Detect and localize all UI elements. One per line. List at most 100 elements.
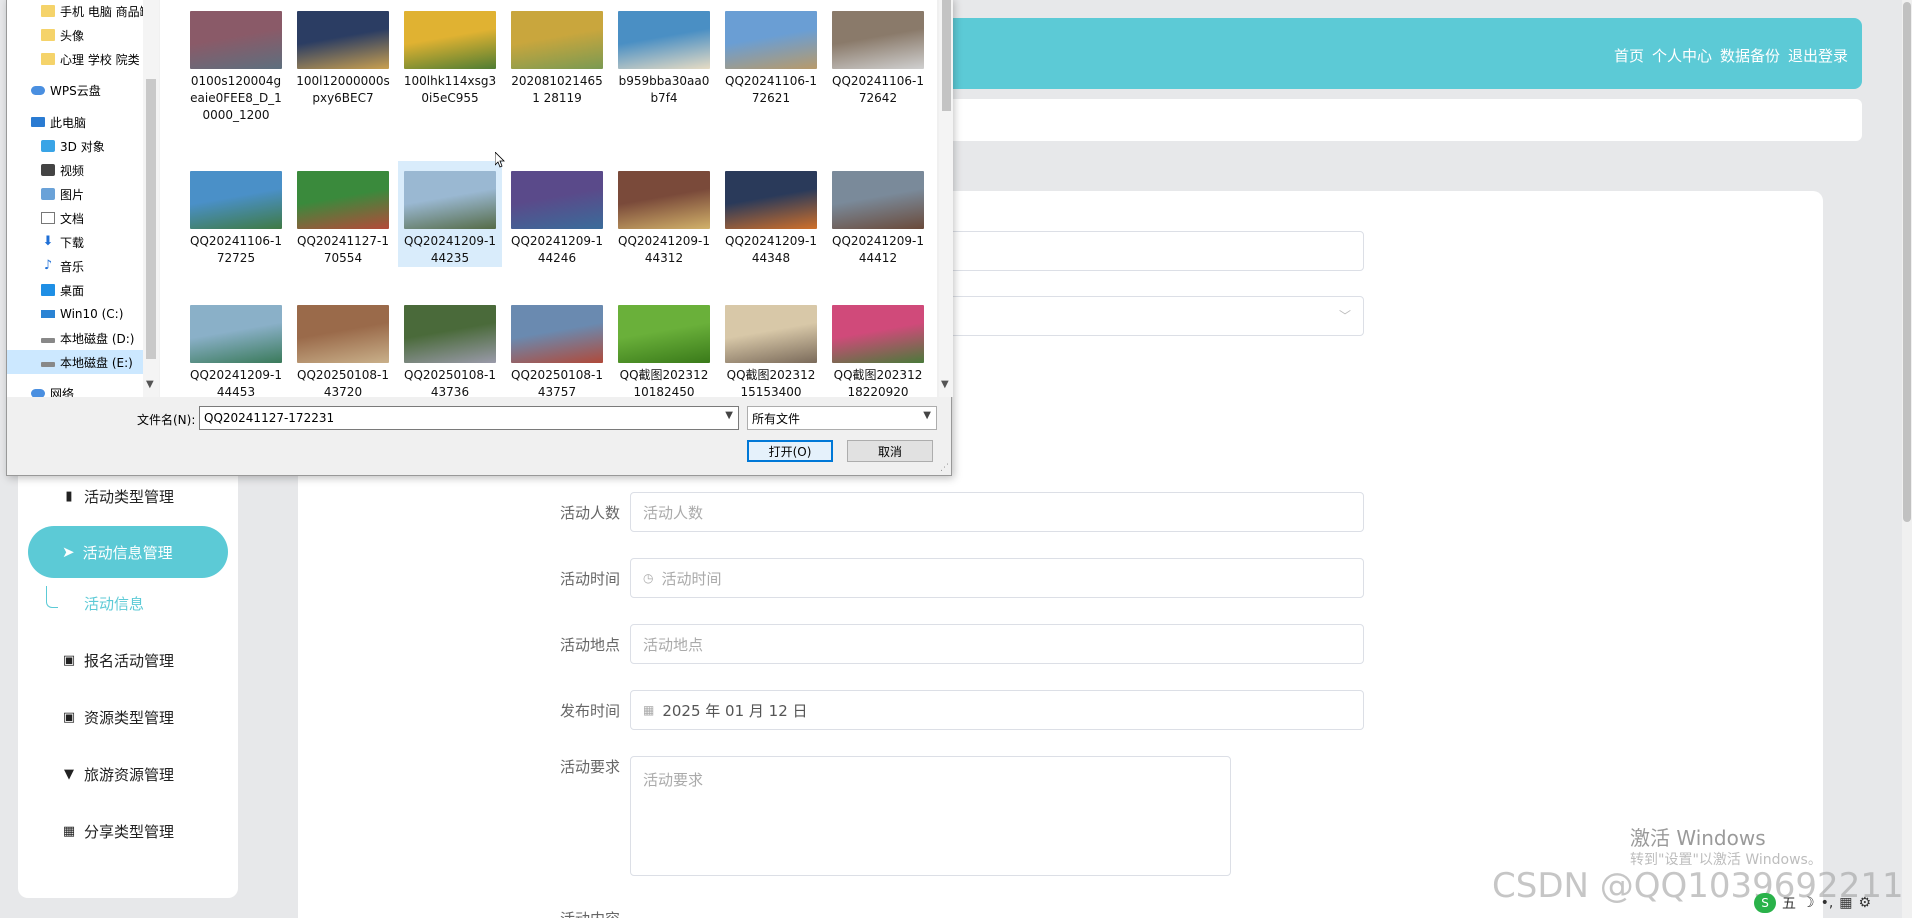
nav-item-label: 下载: [60, 235, 85, 250]
clipboard-check-icon: ▣: [62, 652, 76, 668]
grid-icon: ▦: [62, 823, 76, 839]
participants-input[interactable]: 活动人数: [630, 492, 1364, 532]
file-name: QQ20241106-172642: [832, 74, 924, 105]
sidebar-item-activity-info[interactable]: ➤ 活动信息管理: [28, 526, 228, 578]
file-item[interactable]: QQ20241106-172725: [184, 171, 288, 267]
nav-item-label: 手机 电脑 商品缺: [60, 4, 152, 19]
file-name: QQ20241209-144235: [404, 234, 496, 265]
ime-mode-icon[interactable]: 五: [1782, 893, 1796, 913]
file-item[interactable]: QQ20241209-144312: [612, 171, 716, 267]
nav-backup-link[interactable]: 数据备份: [1720, 45, 1780, 66]
location-input[interactable]: 活动地点: [630, 624, 1364, 664]
nav-item-label: 图片: [60, 187, 85, 202]
sidebar-item-resource-type[interactable]: ▣ 资源类型管理: [42, 691, 242, 743]
activity-time-input[interactable]: ◷ 活动时间: [630, 558, 1364, 598]
mouse-cursor-icon: [495, 152, 505, 168]
file-item[interactable]: QQ20241106-172621: [719, 11, 823, 107]
file-item[interactable]: QQ20241127-170554: [291, 171, 395, 267]
cancel-button[interactable]: 取消: [847, 440, 933, 462]
field-label-content: 活动内容: [560, 908, 620, 918]
nav-item[interactable]: 手机 电脑 商品缺: [7, 0, 152, 23]
publish-time-input[interactable]: ▦ 2025 年 01 月 12 日: [630, 690, 1364, 730]
calendar-icon: ▦: [643, 703, 655, 717]
nav-item[interactable]: 本地磁盘 (D:): [7, 326, 152, 350]
nav-item[interactable]: 心理 学校 院类: [7, 47, 152, 71]
file-name: 100lhk114xsg30i5eC955: [403, 74, 497, 105]
video-icon: [41, 164, 55, 176]
nav-item[interactable]: 3D 对象: [7, 134, 152, 158]
nav-item[interactable]: 桌面: [7, 278, 152, 302]
file-item[interactable]: QQ20241209-144246: [505, 171, 609, 267]
nav-item[interactable]: 头像: [7, 23, 152, 47]
sidebar-subitem-activity-info[interactable]: 活动信息: [84, 593, 144, 614]
file-item[interactable]: 0100s120004geaie0FEE8_D_10000_1200: [184, 11, 288, 124]
sidebar-item-signup[interactable]: ▣ 报名活动管理: [42, 634, 242, 686]
nav-item[interactable]: 图片: [7, 182, 152, 206]
music-icon: ♪: [43, 258, 53, 273]
nav-home-link[interactable]: 首页: [1614, 45, 1644, 66]
sidebar-item-label: 活动信息管理: [82, 543, 173, 562]
send-icon: ➤: [62, 543, 75, 561]
moon-icon[interactable]: ☽: [1802, 895, 1815, 911]
file-thumbnail: [511, 305, 603, 363]
file-name: QQ20250108-143757: [511, 368, 603, 397]
requirements-textarea[interactable]: 活动要求: [630, 756, 1231, 876]
nav-item[interactable]: 视频: [7, 158, 152, 182]
file-item[interactable]: QQ20241209-144412: [826, 171, 930, 267]
file-item[interactable]: QQ截图20231215153400: [719, 305, 823, 397]
sidebar-item-travel-resource[interactable]: ▼ 旅游资源管理: [42, 748, 242, 800]
clipboard-icon: ▮: [65, 488, 73, 504]
nav-item[interactable]: 文档: [7, 206, 152, 230]
file-thumbnail: [618, 11, 710, 69]
nav-logout-link[interactable]: 退出登录: [1788, 45, 1848, 66]
file-thumbnail: [190, 11, 282, 69]
nav-item[interactable]: Win10 (C:): [7, 302, 152, 326]
field-label: 发布时间: [559, 701, 620, 720]
file-item[interactable]: QQ20241209-144453: [184, 305, 288, 397]
file-name: QQ20250108-143736: [404, 368, 496, 397]
file-item[interactable]: QQ20241209-144235: [398, 161, 502, 267]
file-item[interactable]: 2020810214651 28119: [505, 11, 609, 107]
file-item[interactable]: QQ截图20231210182450: [612, 305, 716, 397]
file-name: QQ20241106-172621: [725, 74, 817, 105]
page-scrollbar-thumb[interactable]: [1903, 2, 1911, 522]
file-item[interactable]: QQ20241209-144348: [719, 171, 823, 267]
file-scrollbar-thumb[interactable]: [942, 0, 951, 111]
file-item[interactable]: QQ20241106-172642: [826, 11, 930, 107]
nav-scrollbar-thumb[interactable]: [146, 79, 156, 359]
nav-item[interactable]: ⬇ 下载: [7, 230, 152, 254]
filetype-select[interactable]: 所有文件 ▼: [747, 406, 937, 430]
picture-icon: [41, 188, 55, 200]
nav-item[interactable]: 网络: [7, 381, 152, 397]
resize-grip-icon[interactable]: ⋰: [940, 463, 949, 473]
filename-input[interactable]: QQ20241127-172231 ▼: [199, 406, 739, 430]
gear-icon[interactable]: ⚙: [1859, 895, 1872, 911]
nav-item[interactable]: 本地磁盘 (E:): [7, 350, 152, 374]
document-icon: [41, 212, 55, 224]
chevron-down-icon[interactable]: ▼: [941, 379, 949, 390]
filename-value: QQ20241127-172231: [204, 411, 335, 425]
file-item[interactable]: QQ截图20231218220920: [826, 305, 930, 397]
chevron-down-icon[interactable]: ▼: [923, 410, 931, 421]
file-item[interactable]: QQ20250108-143720: [291, 305, 395, 397]
file-item[interactable]: b959bba30aa0b7f4: [612, 11, 716, 107]
chevron-down-icon[interactable]: ▼: [725, 410, 733, 421]
punctuation-icon[interactable]: •,: [1821, 895, 1834, 911]
sidebar-item-label: 活动类型管理: [84, 487, 175, 506]
keyboard-icon[interactable]: ▦: [1839, 895, 1852, 911]
file-item[interactable]: 100l12000000spxy6BEC7: [291, 11, 395, 107]
file-item[interactable]: QQ20250108-143736: [398, 305, 502, 397]
nav-item[interactable]: 此电脑: [7, 110, 152, 134]
sidebar-item-label: 旅游资源管理: [84, 765, 175, 784]
sidebar-item-activity-type[interactable]: ▮ 活动类型管理: [42, 470, 242, 522]
nav-item[interactable]: WPS云盘: [7, 78, 152, 102]
sidebar-item-share-type[interactable]: ▦ 分享类型管理: [42, 805, 242, 857]
file-item[interactable]: 100lhk114xsg30i5eC955: [398, 11, 502, 107]
nav-item[interactable]: ♪ 音乐: [7, 254, 152, 278]
ime-icon[interactable]: S: [1754, 893, 1776, 913]
open-button[interactable]: 打开(O): [747, 440, 833, 462]
file-open-dialog: 手机 电脑 商品缺头像 心理 学校 院类 WPS云盘此电脑 3D 对象 视频图片文档 ⬇ 下…: [6, 0, 953, 476]
chevron-down-icon[interactable]: ▼: [146, 379, 154, 390]
nav-profile-link[interactable]: 个人中心: [1652, 45, 1712, 66]
file-item[interactable]: QQ20250108-143757: [505, 305, 609, 397]
